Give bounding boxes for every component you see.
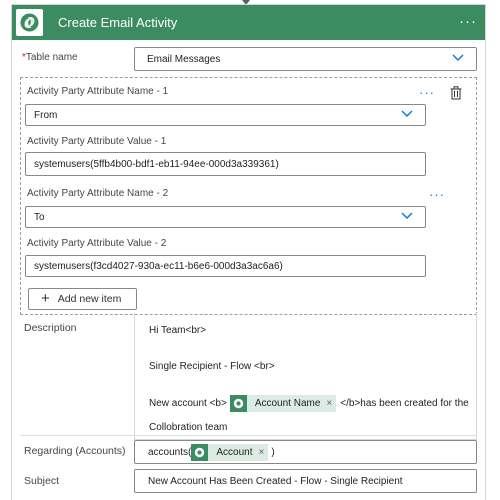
account-name-token-label: Account Name xyxy=(254,398,321,409)
subject-field[interactable]: New Account Has Been Created - Flow - Si… xyxy=(134,469,477,493)
party-name-2-label: Activity Party Attribute Name - 2 xyxy=(27,188,169,199)
description-label: Description xyxy=(24,322,77,334)
description-line-3: New account <b> Account Name × </b>has b… xyxy=(149,395,469,412)
regarding-label: Regarding (Accounts) xyxy=(24,445,126,457)
description-line-2: Single Recipient - Flow <br> xyxy=(149,361,275,372)
delete-icon[interactable] xyxy=(449,86,463,100)
chevron-down-icon xyxy=(452,54,464,61)
subject-label: Subject xyxy=(24,475,60,487)
chevron-down-icon xyxy=(401,212,413,219)
party-name-1-label: Activity Party Attribute Name - 1 xyxy=(27,86,169,97)
plus-icon: + xyxy=(41,290,50,307)
party-name-1-value: From xyxy=(34,109,58,121)
party-value-2-field[interactable]: systemusers(f3cd4027-930a-ec11-b6e6-000d… xyxy=(25,255,426,277)
more-icon[interactable]: ··· xyxy=(419,85,435,100)
remove-token-icon[interactable]: × xyxy=(326,398,332,409)
dataverse-icon xyxy=(16,9,43,36)
account-token[interactable]: Account × xyxy=(191,443,269,461)
add-new-item-label: Add new item xyxy=(57,293,122,305)
party-name-2-value: To xyxy=(34,211,45,223)
description-line-3-post: </b>has been created for the xyxy=(340,398,469,409)
party-name-1-dropdown[interactable]: From xyxy=(25,104,426,126)
action-header[interactable]: Create Email Activity ··· xyxy=(12,5,485,40)
add-new-item-button[interactable]: + Add new item xyxy=(28,288,137,310)
action-title: Create Email Activity xyxy=(58,15,178,30)
regarding-post: ) xyxy=(271,446,275,458)
divider xyxy=(20,435,477,436)
party-value-2-label: Activity Party Attribute Value - 2 xyxy=(27,238,167,249)
table-name-value: Email Messages xyxy=(147,53,221,65)
party-value-1-text: systemusers(5ffb4b00-bdf1-eb11-94ee-000d… xyxy=(34,158,279,170)
party-name-2-dropdown[interactable]: To xyxy=(25,206,426,228)
dataverse-icon xyxy=(191,443,209,461)
action-card: Create Email Activity ··· *Table name Em… xyxy=(11,4,486,500)
activity-party-group: Activity Party Attribute Name - 1 ··· Fr… xyxy=(20,77,477,315)
dataverse-icon xyxy=(229,395,247,412)
account-name-token[interactable]: Account Name × xyxy=(229,395,337,412)
table-name-label-text: Table name xyxy=(25,52,78,63)
table-name-dropdown[interactable]: Email Messages xyxy=(134,47,477,71)
remove-token-icon[interactable]: × xyxy=(259,447,265,458)
description-field[interactable]: Hi Team<br> Single Recipient - Flow <br>… xyxy=(134,313,477,440)
regarding-field[interactable]: accounts( Account × ) xyxy=(134,440,477,464)
chevron-down-icon xyxy=(401,110,413,117)
party-value-2-text: systemusers(f3cd4027-930a-ec11-b6e6-000d… xyxy=(34,260,283,272)
party-value-1-field[interactable]: systemusers(5ffb4b00-bdf1-eb11-94ee-000d… xyxy=(25,152,426,176)
party-value-1-label: Activity Party Attribute Value - 1 xyxy=(27,136,167,147)
subject-value: New Account Has Been Created - Flow - Si… xyxy=(148,475,403,487)
more-icon[interactable]: ··· xyxy=(459,13,477,30)
description-line-1: Hi Team<br> xyxy=(149,325,207,336)
description-line-3-pre: New account <b> xyxy=(149,398,227,409)
description-line-4: Collobration team xyxy=(149,422,228,433)
more-icon[interactable]: ··· xyxy=(429,187,445,202)
regarding-pre: accounts( xyxy=(148,446,192,458)
table-name-label: *Table name xyxy=(22,52,78,63)
account-token-label: Account xyxy=(216,446,253,458)
